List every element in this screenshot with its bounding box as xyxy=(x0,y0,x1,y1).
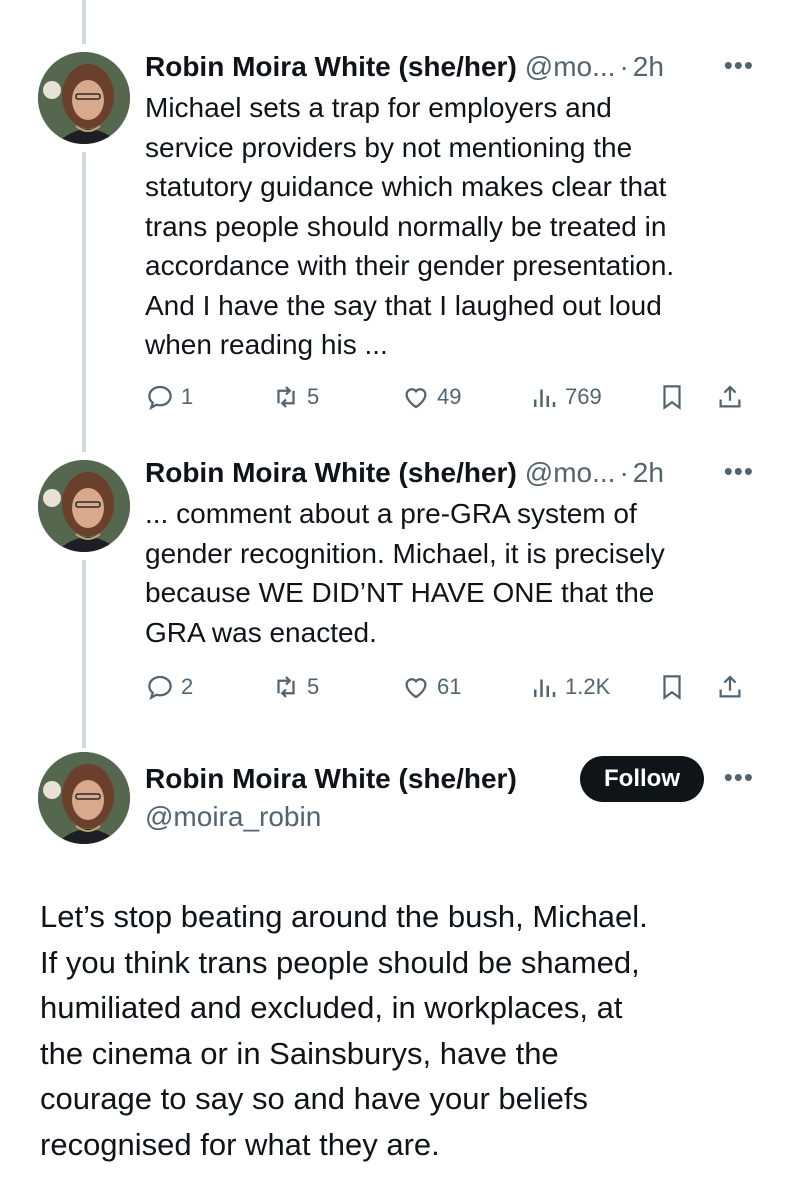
author-handle[interactable]: @mo... xyxy=(525,50,616,84)
tweet-text: Michael sets a trap for employers and se… xyxy=(145,92,675,360)
reply-button[interactable]: 1 xyxy=(145,382,193,412)
avatar[interactable] xyxy=(38,52,130,144)
avatar[interactable] xyxy=(38,752,130,844)
author-handle[interactable]: @mo... xyxy=(525,456,616,490)
reply-count: 2 xyxy=(181,674,194,699)
more-icon[interactable]: ••• xyxy=(724,50,754,80)
share-button[interactable] xyxy=(715,382,745,412)
bookmark-button[interactable] xyxy=(657,672,687,702)
views-button[interactable]: 769 xyxy=(529,382,602,412)
thread-line xyxy=(82,0,86,44)
tweet-text: ... comment about a pre-GRA system of ge… xyxy=(145,498,665,648)
author-name[interactable]: Robin Moira White (she/her) xyxy=(145,50,517,84)
like-icon xyxy=(405,678,427,699)
repost-count: 5 xyxy=(307,384,320,409)
tweet-time[interactable]: 2h xyxy=(633,50,664,84)
views-icon xyxy=(534,679,556,697)
share-icon xyxy=(719,385,741,408)
follow-button[interactable]: Follow xyxy=(580,756,704,802)
like-count: 61 xyxy=(437,674,462,699)
like-button[interactable]: 49 xyxy=(401,382,461,412)
separator-dot: · xyxy=(619,457,629,488)
separator-dot: · xyxy=(619,51,629,82)
bookmark-icon xyxy=(663,385,681,410)
views-icon xyxy=(534,389,556,407)
tweet-time[interactable]: 2h xyxy=(633,456,664,490)
views-button[interactable]: 1.2K xyxy=(529,672,610,702)
thread-line xyxy=(82,152,86,452)
more-icon[interactable]: ••• xyxy=(724,762,754,792)
share-icon xyxy=(719,675,741,698)
repost-icon xyxy=(277,676,295,698)
views-count: 1.2K xyxy=(565,674,611,699)
main-tweet-text: Let’s stop beating around the bush, Mich… xyxy=(40,899,648,1162)
repost-count: 5 xyxy=(307,674,320,699)
reply-icon xyxy=(148,385,172,410)
bookmark-icon xyxy=(663,675,681,700)
tweet-actions: 2 5 61 1.2K xyxy=(145,670,756,704)
reply-button[interactable]: 2 xyxy=(145,672,193,702)
avatar[interactable] xyxy=(38,460,130,552)
bookmark-button[interactable] xyxy=(657,382,687,412)
more-icon[interactable]: ••• xyxy=(724,456,754,486)
tweet-actions: 1 5 49 769 xyxy=(145,380,756,414)
reply-count: 1 xyxy=(181,384,194,409)
like-icon xyxy=(405,388,427,409)
reply-icon xyxy=(148,675,172,700)
repost-icon xyxy=(277,386,295,408)
thread-line xyxy=(82,560,86,748)
share-button[interactable] xyxy=(715,672,745,702)
author-name[interactable]: Robin Moira White (she/her) xyxy=(145,762,517,796)
repost-button[interactable]: 5 xyxy=(271,672,319,702)
author-name[interactable]: Robin Moira White (she/her) xyxy=(145,456,517,490)
views-count: 769 xyxy=(565,384,602,409)
like-button[interactable]: 61 xyxy=(401,672,461,702)
repost-button[interactable]: 5 xyxy=(271,382,319,412)
author-handle[interactable]: @moira_robin xyxy=(145,800,517,834)
like-count: 49 xyxy=(437,384,462,409)
